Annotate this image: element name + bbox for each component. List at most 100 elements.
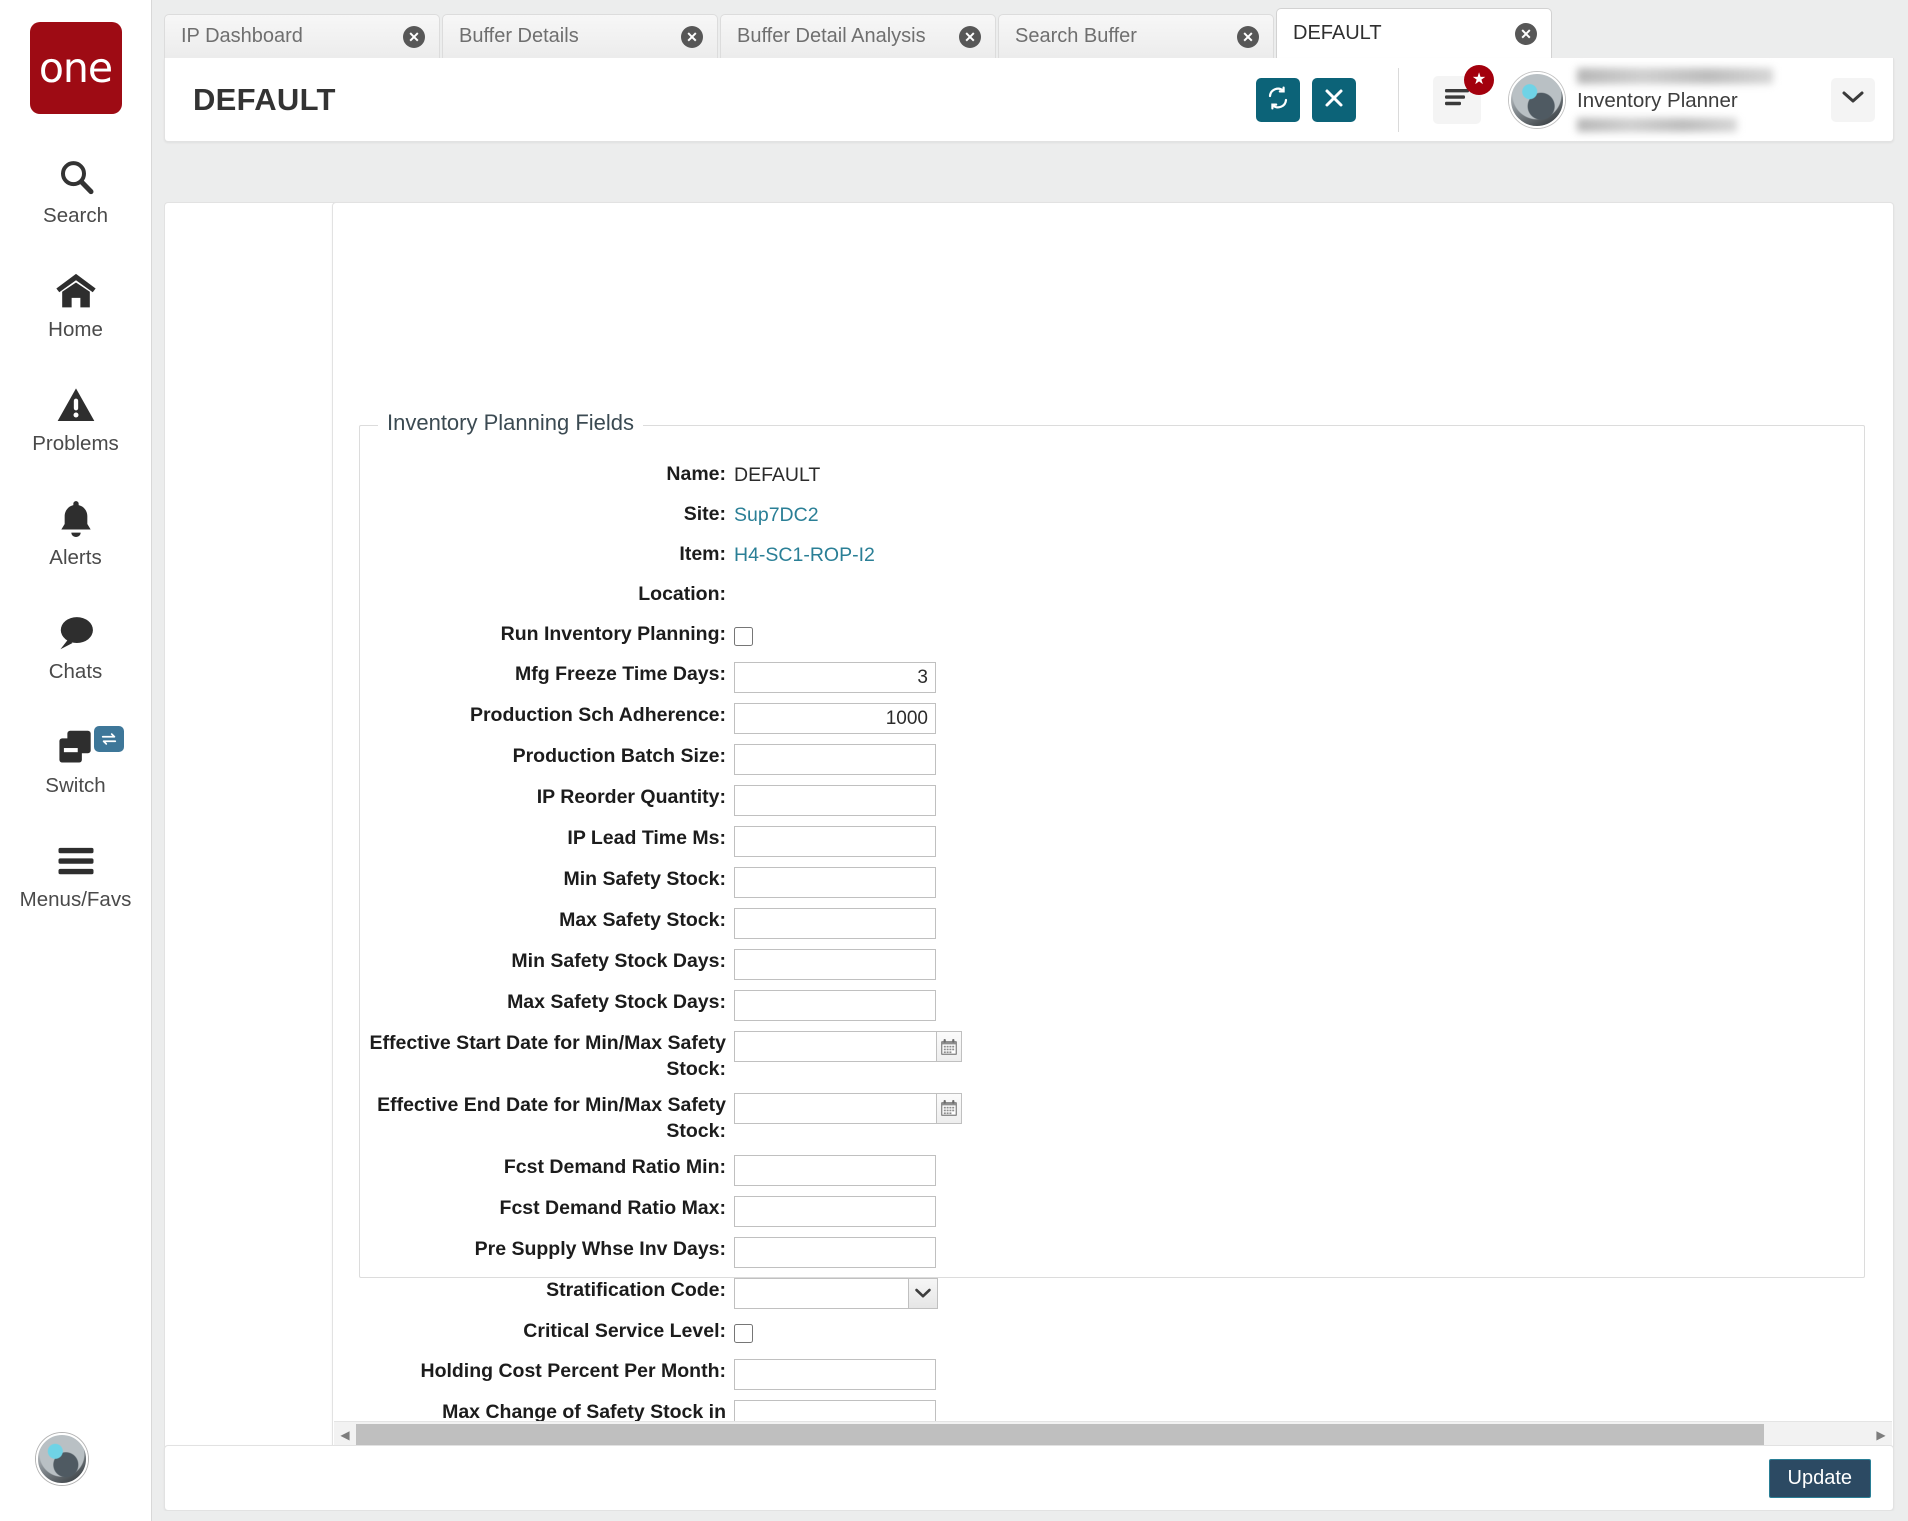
- min-safety-stock-days-input[interactable]: [734, 949, 936, 980]
- effective-end-date-input[interactable]: [734, 1092, 936, 1124]
- sidebar-item-label: Menus/Favs: [19, 888, 132, 911]
- field-label: Item:: [679, 543, 726, 565]
- max-safety-stock-days-input[interactable]: [734, 990, 936, 1021]
- horizontal-scrollbar[interactable]: ◀ ▶: [334, 1421, 1892, 1447]
- ip-lead-time-ms-input[interactable]: [734, 826, 936, 857]
- inventory-planning-fieldset: Inventory Planning Fields Name: DEFAULT …: [359, 410, 1865, 1493]
- field-label: Max Safety Stock Days:: [507, 991, 726, 1013]
- one-network-logo[interactable]: one: [29, 22, 122, 114]
- field-row-mfg-freeze-time-days: Mfg Freeze Time Days:: [360, 662, 1000, 693]
- field-row-critical-service-level: Critical Service Level:: [360, 1319, 1000, 1349]
- menu-lines-icon: [1443, 86, 1471, 113]
- sidebar-item-home[interactable]: Home: [0, 268, 152, 342]
- scroll-left-arrow-icon[interactable]: ◀: [334, 1422, 356, 1448]
- app-menu-button[interactable]: ★: [1433, 64, 1494, 124]
- content-left-strip: [164, 202, 336, 1449]
- tab-label: IP Dashboard: [181, 25, 303, 47]
- main-region: IP Dashboard ✕ Buffer Details ✕ Buffer D…: [152, 0, 1908, 1521]
- run-inventory-planning-checkbox[interactable]: [734, 627, 753, 646]
- field-label: Effective Start Date for Min/Max Safety …: [369, 1032, 726, 1080]
- application-root: one Search Home Problems Alerts Chats Sw…: [0, 0, 1908, 1521]
- page-header: DEFAULT ★ Inventory Planner: [164, 58, 1894, 142]
- sidebar-item-problems[interactable]: Problems: [0, 382, 152, 456]
- max-safety-stock-input[interactable]: [734, 908, 936, 939]
- calendar-icon[interactable]: [936, 1031, 962, 1062]
- field-row-holding-cost-percent-per-month: Holding Cost Percent Per Month:: [360, 1358, 1000, 1390]
- effective-start-date-input[interactable]: [734, 1031, 936, 1062]
- user-menu-button[interactable]: [1831, 77, 1875, 122]
- field-row-site: Site: Sup7DC2: [360, 502, 1000, 532]
- warning-triangle-icon: [56, 382, 96, 428]
- user-info-block: Inventory Planner: [1577, 65, 1827, 135]
- field-label: IP Reorder Quantity:: [536, 786, 726, 808]
- field-row-production-sch-adherence: Production Sch Adherence:: [360, 703, 1000, 734]
- chevron-down-icon[interactable]: [908, 1277, 938, 1309]
- effective-start-date-group: [734, 1031, 962, 1062]
- field-label: Max Safety Stock:: [559, 909, 726, 931]
- field-label: Production Batch Size:: [512, 745, 726, 767]
- field-row-production-batch-size: Production Batch Size:: [360, 744, 1000, 775]
- field-label: Stratification Code:: [546, 1278, 726, 1301]
- search-icon: [56, 154, 96, 200]
- inventory-planning-form: Name: DEFAULT Site: Sup7DC2 Item: H4-SC1…: [360, 462, 1000, 1503]
- sidebar-item-menus-favs[interactable]: Menus/Favs: [0, 838, 152, 912]
- field-row-min-safety-stock-days: Min Safety Stock Days:: [360, 949, 1000, 980]
- user-org-redacted: [1577, 117, 1737, 132]
- field-row-pre-supply-whse-inv-days: Pre Supply Whse Inv Days:: [360, 1236, 1000, 1268]
- item-link[interactable]: H4-SC1-ROP-I2: [734, 542, 875, 569]
- close-icon[interactable]: ✕: [403, 25, 425, 48]
- sidebar-item-label: Problems: [32, 432, 119, 455]
- sidebar-item-alerts[interactable]: Alerts: [0, 496, 152, 570]
- close-icon[interactable]: ✕: [959, 25, 981, 48]
- scroll-right-arrow-icon[interactable]: ▶: [1870, 1422, 1892, 1448]
- fieldset-legend: Inventory Planning Fields: [378, 410, 644, 436]
- sidebar-avatar[interactable]: [36, 1433, 88, 1485]
- sidebar-item-search[interactable]: Search: [0, 154, 152, 228]
- switch-toggle-badge-icon[interactable]: [93, 726, 124, 752]
- home-icon: [54, 268, 98, 314]
- production-batch-size-input[interactable]: [734, 744, 936, 775]
- field-label: Name:: [666, 463, 726, 485]
- field-row-min-safety-stock: Min Safety Stock:: [360, 867, 1000, 898]
- holding-cost-percent-per-month-input[interactable]: [734, 1358, 936, 1390]
- refresh-button[interactable]: [1256, 77, 1300, 122]
- tab-default[interactable]: DEFAULT ✕: [1276, 8, 1552, 62]
- sidebar-item-label: Search: [43, 204, 108, 227]
- sidebar-item-chats[interactable]: Chats: [0, 610, 152, 684]
- field-row-fcst-demand-ratio-max: Fcst Demand Ratio Max:: [360, 1195, 1000, 1227]
- close-icon[interactable]: ✕: [1515, 22, 1537, 45]
- tab-buffer-detail-analysis[interactable]: Buffer Detail Analysis ✕: [720, 14, 996, 58]
- min-safety-stock-input[interactable]: [734, 867, 936, 898]
- close-icon[interactable]: ✕: [681, 25, 703, 48]
- scrollbar-track[interactable]: [356, 1423, 1870, 1446]
- sidebar-item-label: Home: [48, 318, 103, 341]
- tab-label: Buffer Detail Analysis: [737, 25, 926, 47]
- critical-service-level-checkbox[interactable]: [734, 1323, 753, 1343]
- sidebar-item-switch[interactable]: Switch: [0, 724, 152, 798]
- close-page-button[interactable]: [1312, 77, 1356, 122]
- mfg-freeze-time-days-input[interactable]: [734, 662, 936, 693]
- pre-supply-whse-inv-days-input[interactable]: [734, 1236, 936, 1268]
- field-label: Critical Service Level:: [523, 1319, 726, 1342]
- scrollbar-thumb[interactable]: [356, 1423, 1765, 1446]
- site-link[interactable]: Sup7DC2: [734, 502, 819, 529]
- fcst-demand-ratio-max-input[interactable]: [734, 1195, 936, 1227]
- field-label: Effective End Date for Min/Max Safety St…: [377, 1093, 726, 1142]
- tab-search-buffer[interactable]: Search Buffer ✕: [998, 14, 1274, 58]
- field-row-name: Name: DEFAULT: [360, 462, 1000, 492]
- close-icon[interactable]: ✕: [1237, 25, 1259, 48]
- field-label: IP Lead Time Ms:: [567, 827, 726, 849]
- production-sch-adherence-input[interactable]: [734, 703, 936, 734]
- user-name-redacted: [1577, 67, 1773, 84]
- tab-buffer-details[interactable]: Buffer Details ✕: [442, 14, 718, 58]
- tab-ip-dashboard[interactable]: IP Dashboard ✕: [164, 14, 440, 58]
- logo-label: one: [38, 43, 113, 92]
- ip-reorder-quantity-input[interactable]: [734, 785, 936, 816]
- update-button[interactable]: Update: [1768, 1458, 1871, 1498]
- stratification-code-select[interactable]: [734, 1277, 908, 1309]
- calendar-icon[interactable]: [936, 1092, 962, 1124]
- field-row-ip-reorder-quantity: IP Reorder Quantity:: [360, 785, 1000, 816]
- tab-strip: IP Dashboard ✕ Buffer Details ✕ Buffer D…: [152, 0, 1908, 62]
- fcst-demand-ratio-min-input[interactable]: [734, 1154, 936, 1186]
- user-avatar[interactable]: [1509, 71, 1565, 128]
